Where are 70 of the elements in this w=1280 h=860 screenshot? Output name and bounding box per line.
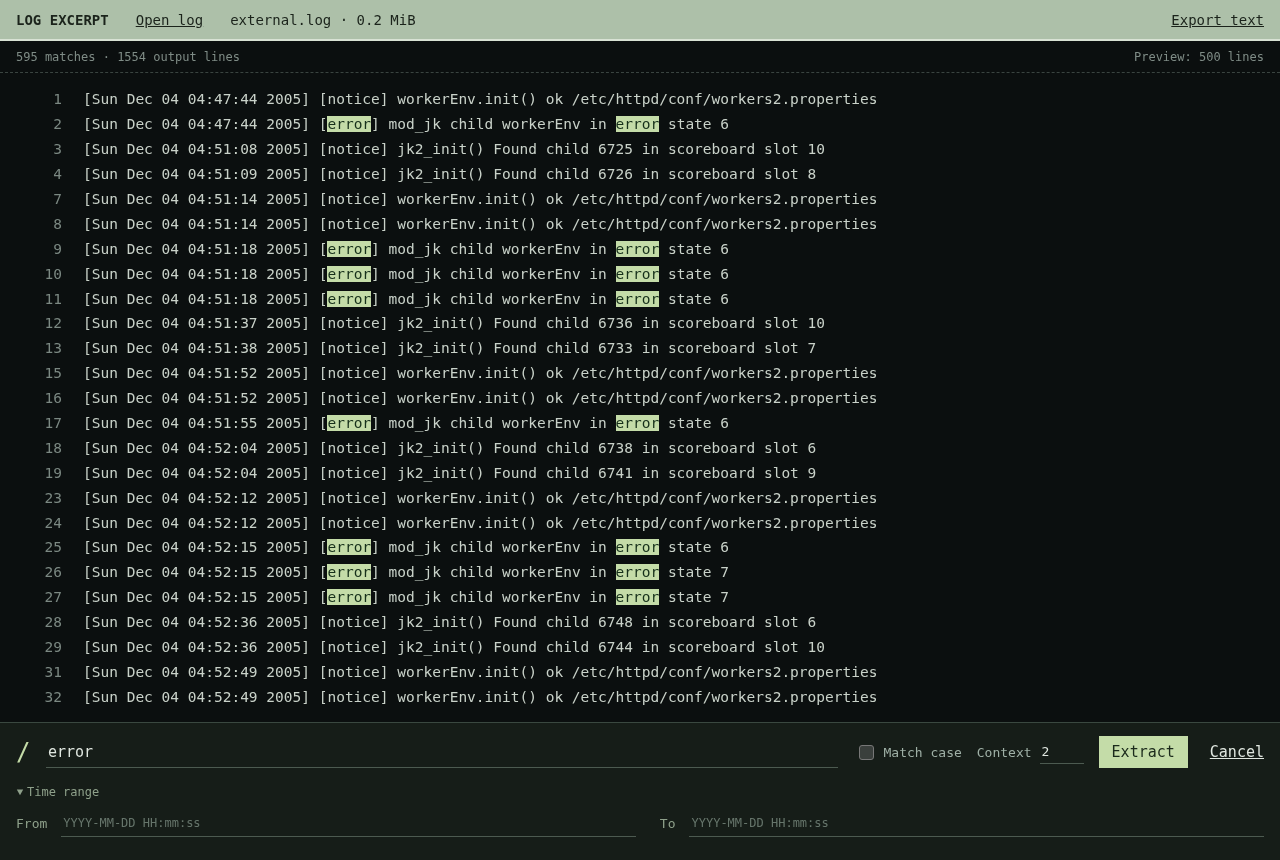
open-log-link[interactable]: Open log [135,11,204,28]
line-number: 26 [43,564,62,581]
log-line: [Sun Dec 04 04:52:15 2005] [error] mod_jk child workerEnv in error state 7 [83,589,730,606]
log-line: [Sun Dec 04 04:51:18 2005] [error] mod_jk child workerEnv in error state 6 [83,265,730,282]
line-number: 13 [43,340,62,357]
log-line: [Sun Dec 04 04:51:18 2005] [error] mod_jk child workerEnv in error state 6 [83,290,730,307]
line-number: 31 [43,663,62,680]
line-number: 17 [43,415,62,431]
line-number: 9 [52,240,62,257]
context-field[interactable]: 2 [1039,740,1084,764]
line-number: 2 [52,116,62,133]
log-line: [Sun Dec 04 04:52:12 2005] [notice] workerEnv.init() ok /etc/httpd/conf/workers2.properties [83,489,878,506]
log-line: [Sun Dec 04 04:51:52 2005] [notice] workerEnv.init() ok /etc/httpd/conf/workers2.properties [83,365,878,382]
export-link[interactable]: Export text [1171,11,1264,28]
context-label: Context [976,744,1032,760]
prompt-glyph: / [16,738,32,766]
log-line: [Sun Dec 04 04:51:52 2005] [notice] workerEnv.init() ok /etc/httpd/conf/workers2.properties [83,390,878,407]
search-field[interactable]: error [45,736,838,768]
time-range-toggle[interactable]: Time range [16,785,100,799]
log-line: [Sun Dec 04 04:52:49 2005] [notice] workerEnv.init() ok /etc/httpd/conf/workers2.properties [83,663,878,680]
log-line: [Sun Dec 04 04:51:37 2005] [notice] jk2_init() Found child 6736 in scoreboard slot 10 [83,315,826,332]
to-label: To [659,816,676,831]
log-line: [Sun Dec 04 04:52:36 2005] [notice] jk2_init() Found child 6744 in scoreboard slot 10 [83,639,826,656]
log-line: [Sun Dec 04 04:52:04 2005] [notice] jk2_init() Found child 6741 in scoreboard slot 9 [83,464,817,481]
line-number: 28 [43,614,62,631]
line-number: 4 [52,166,62,183]
line-number: 10 [43,265,62,282]
line-number: 12 [43,315,62,332]
log-line: [Sun Dec 04 04:51:55 2005] [error] mod_jk child workerEnv in error state 6 [83,415,730,431]
line-number: 18 [43,439,62,456]
line-number: 1 [52,91,62,108]
line-number: 15 [43,365,62,382]
log-line: [Sun Dec 04 04:52:36 2005] [notice] jk2_init() Found child 6748 in scoreboard slot 6 [83,614,817,631]
log-line: [Sun Dec 04 04:52:15 2005] [error] mod_jk child workerEnv in error state 6 [83,539,730,556]
line-number: 24 [43,514,62,531]
log-line: [Sun Dec 04 04:51:08 2005] [notice] jk2_init() Found child 6725 in scoreboard slot 10 [83,141,826,158]
file-info: external.log · 0.2 MiB [230,11,416,28]
extract-button[interactable]: Extract [1098,736,1188,768]
from-field[interactable]: YYYY-MM-DD HH:mm:ss [61,810,636,837]
log-line: [Sun Dec 04 04:51:14 2005] [notice] workerEnv.init() ok /etc/httpd/conf/workers2.properties [83,191,878,207]
preview-info: Preview: 500 lines [1133,49,1264,64]
match-summary: 595 matches · 1554 output lines [16,49,240,64]
cancel-link[interactable]: Cancel [1209,743,1264,761]
line-number: 16 [43,390,62,407]
line-number: 25 [43,539,62,556]
line-number: 29 [43,639,62,656]
line-number: 7 [52,191,62,207]
log-line: [Sun Dec 04 04:52:49 2005] [notice] workerEnv.init() ok /etc/httpd/conf/workers2.properties [83,688,878,705]
log-line: [Sun Dec 04 04:51:14 2005] [notice] workerEnv.init() ok /etc/httpd/conf/workers2.properties [83,215,878,232]
log-line: [Sun Dec 04 04:52:15 2005] [error] mod_jk child workerEnv in error state 7 [83,564,730,581]
line-number: 27 [43,589,62,606]
match-case-label: Match case [883,744,962,760]
caret-icon [16,788,24,796]
match-case-checkbox[interactable] [858,744,874,760]
log-line: [Sun Dec 04 04:52:12 2005] [notice] workerEnv.init() ok /etc/httpd/conf/workers2.properties [83,514,878,531]
line-number: 3 [52,141,62,158]
log-line: [Sun Dec 04 04:51:09 2005] [notice] jk2_init() Found child 6726 in scoreboard slot 8 [83,166,817,183]
log-line: [Sun Dec 04 04:51:18 2005] [error] mod_jk child workerEnv in error state 6 [83,240,730,257]
log-line: [Sun Dec 04 04:51:38 2005] [notice] jk2_init() Found child 6733 in scoreboard slot 7 [83,340,817,357]
line-number: 19 [43,464,62,481]
line-number: 11 [43,290,62,307]
from-label: From [16,816,48,831]
log-line: [Sun Dec 04 04:47:44 2005] [notice] workerEnv.init() ok /etc/httpd/conf/workers2.properties [83,91,878,108]
log-line: [Sun Dec 04 04:47:44 2005] [error] mod_jk child workerEnv in error state 6 [83,116,730,133]
line-number: 23 [43,489,62,506]
to-field[interactable]: YYYY-MM-DD HH:mm:ss [689,810,1264,837]
app-title: LOG EXCERPT [16,11,109,28]
line-number: 32 [43,688,62,705]
log-line: [Sun Dec 04 04:52:04 2005] [notice] jk2_init() Found child 6738 in scoreboard slot 6 [83,439,817,456]
line-number: 8 [52,215,62,232]
